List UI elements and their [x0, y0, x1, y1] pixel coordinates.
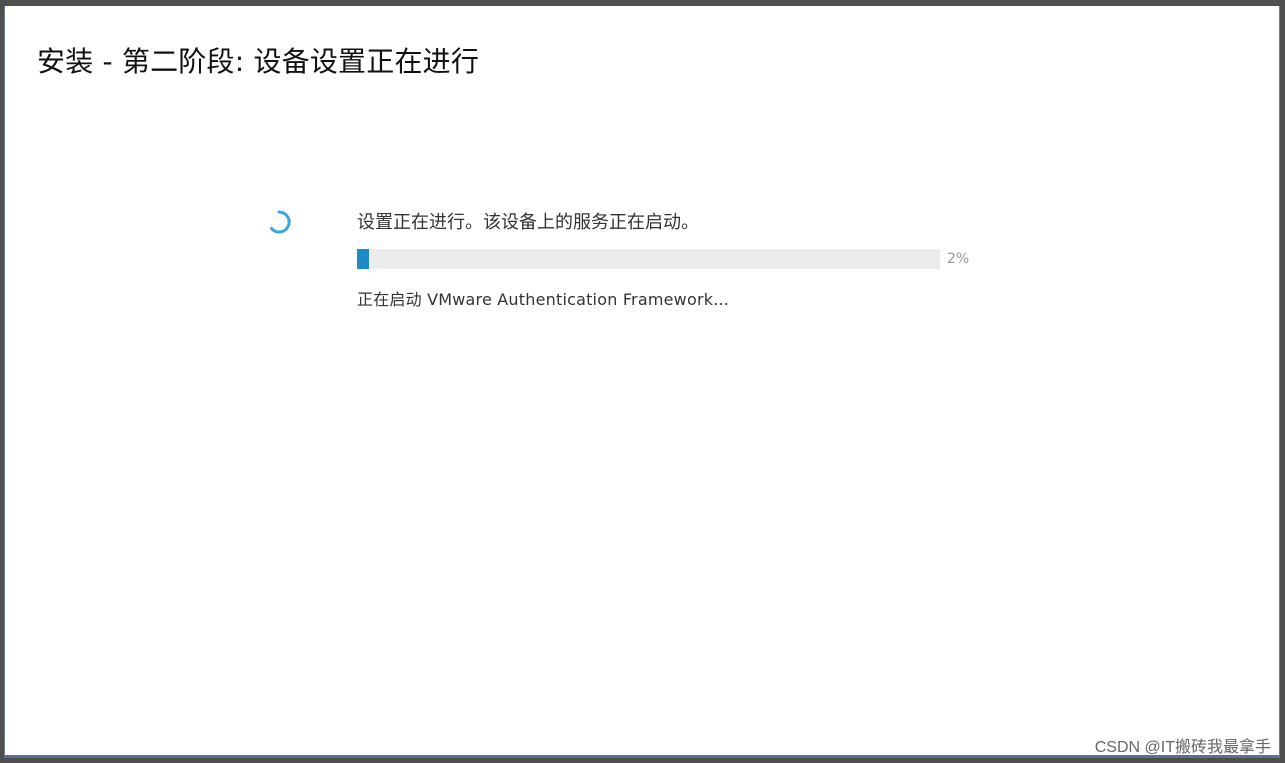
progress-bar: [357, 249, 940, 269]
progress-bar-fill: [357, 249, 369, 269]
watermark-text: CSDN @IT搬砖我最拿手: [1094, 739, 1271, 756]
install-dialog: 安装 - 第二阶段: 设备设置正在进行 设置正在进行。该设备上的服务正在启动。 …: [4, 6, 1280, 758]
progress-percent: 2%: [947, 251, 970, 267]
dialog-title: 安装 - 第二阶段: 设备设置正在进行: [37, 45, 480, 78]
setup-status-text: 设置正在进行。该设备上的服务正在启动。: [357, 212, 699, 233]
loading-spinner-icon: [267, 210, 291, 234]
service-status-detail: 正在启动 VMware Authentication Framework...: [357, 290, 730, 309]
window-frame: 安装 - 第二阶段: 设备设置正在进行 设置正在进行。该设备上的服务正在启动。 …: [0, 0, 1285, 763]
